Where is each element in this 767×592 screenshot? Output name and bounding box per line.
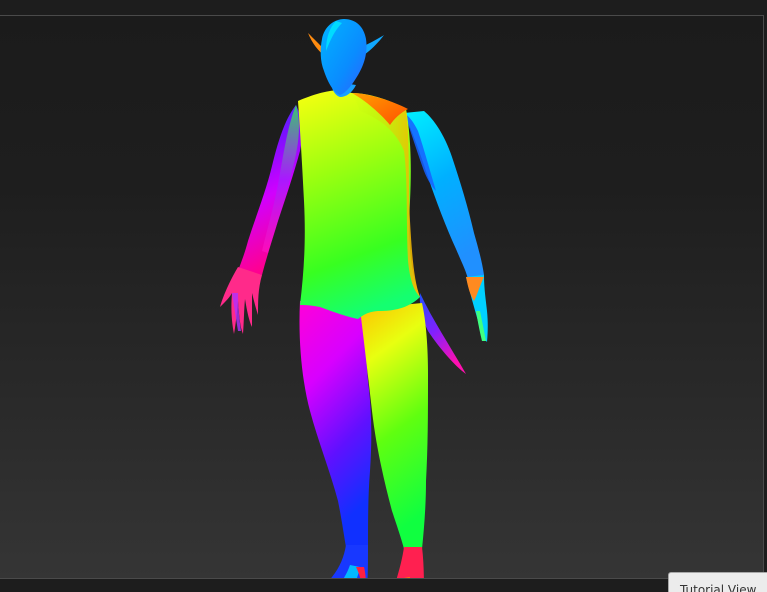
tutorial-view-label: Tutorial View bbox=[680, 583, 757, 592]
left-arm-shade bbox=[262, 105, 299, 253]
application-window: Tutorial View bbox=[0, 0, 767, 592]
character-model[interactable] bbox=[0, 15, 764, 579]
head bbox=[320, 19, 367, 95]
left-leg bbox=[299, 301, 372, 547]
right-foot bbox=[396, 547, 424, 578]
3d-viewport[interactable] bbox=[0, 15, 764, 579]
tutorial-view-tab[interactable]: Tutorial View bbox=[668, 572, 767, 592]
left-hand bbox=[220, 267, 262, 334]
